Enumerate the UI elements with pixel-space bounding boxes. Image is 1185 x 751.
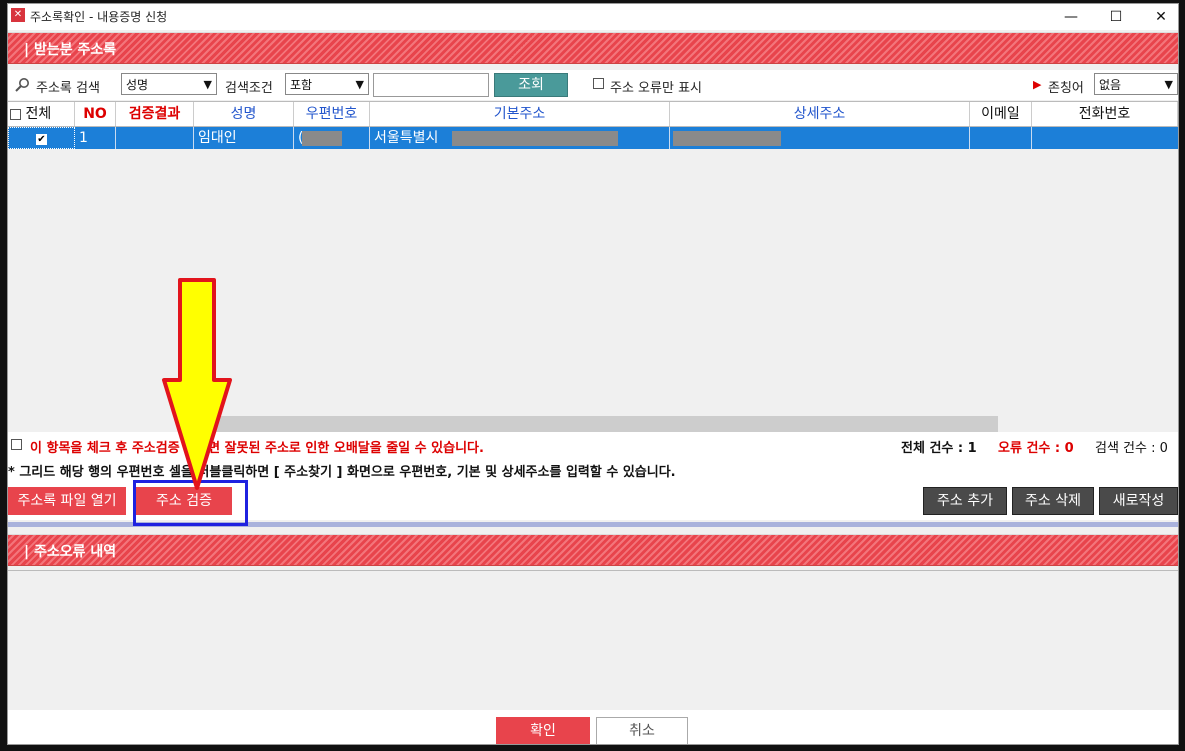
- check-notice: 이 항목을 체크 후 주소검증 하시면 잘못된 주소로 인한 오배달을 줄일 수…: [30, 441, 484, 456]
- header-all-label: 전체: [25, 106, 52, 122]
- row-base-address: 서울특별시: [370, 127, 670, 149]
- row-name: 임대인: [194, 127, 294, 149]
- row-verify-result: [116, 127, 194, 149]
- header-base-address[interactable]: 기본주소: [370, 102, 670, 126]
- cancel-button[interactable]: 취소: [596, 717, 688, 744]
- row-zip[interactable]: (: [294, 127, 370, 149]
- title-bar: ✕ 주소록확인 - 내용증명 신청 — ☐ ✕: [8, 4, 1178, 30]
- search-bar: 주소록 검색 성명 ▼ 검색조건 포함 ▼ 조회 주소 오류만 표시 ▶ 존칭어…: [8, 70, 1178, 100]
- header-no[interactable]: NO: [75, 102, 116, 126]
- ok-button[interactable]: 확인: [496, 717, 590, 744]
- row-checkbox[interactable]: ✔: [36, 133, 47, 145]
- row-checkbox-cell[interactable]: ✔: [8, 127, 75, 149]
- open-file-button[interactable]: 주소록 파일 열기: [8, 487, 126, 515]
- error-section-header: | 주소오류 내역: [8, 534, 1178, 566]
- search-input[interactable]: [373, 73, 489, 97]
- row-email: [970, 127, 1032, 149]
- header-phone[interactable]: 전화번호: [1032, 102, 1178, 126]
- recipient-section-header: | 받는분 주소록: [8, 32, 1178, 64]
- chevron-down-icon: ▼: [203, 78, 212, 91]
- honorific-select[interactable]: 없음 ▼: [1094, 73, 1178, 95]
- row-detail-address: [670, 127, 970, 149]
- add-address-button[interactable]: 주소 추가: [923, 487, 1007, 515]
- maximize-button[interactable]: ☐: [1093, 4, 1139, 30]
- search-field-select[interactable]: 성명 ▼: [121, 73, 217, 95]
- app-logo-icon: ✕: [11, 8, 25, 22]
- honorific-label: 존칭어: [1048, 81, 1084, 96]
- chevron-down-icon: ▼: [355, 78, 364, 91]
- header-detail-address[interactable]: 상세주소: [670, 102, 970, 126]
- honorific-value: 없음: [1099, 78, 1122, 92]
- new-button[interactable]: 새로작성: [1099, 487, 1178, 515]
- condition-value: 포함: [290, 78, 313, 92]
- grid-header: 전체 NO 검증결과 성명 우편번호 기본주소 상세주소 이메일 전화번호: [8, 102, 1178, 127]
- search-icon: [15, 78, 29, 92]
- search-button[interactable]: 조회: [494, 73, 568, 97]
- row-phone: [1032, 127, 1178, 149]
- row-base-address-text: 서울특별시: [374, 130, 439, 146]
- header-verify-result[interactable]: 검증결과: [116, 102, 194, 126]
- annotation-arrow-icon: [162, 278, 232, 490]
- search-count: 검색 건수 : 0: [1095, 441, 1168, 456]
- search-label: 주소록 검색: [36, 81, 100, 96]
- chevron-down-icon: ▼: [1164, 78, 1173, 91]
- redacted-base-address: [452, 131, 618, 146]
- close-button[interactable]: ✕: [1138, 4, 1178, 30]
- horizontal-scrollbar[interactable]: [208, 416, 998, 432]
- delete-address-button[interactable]: 주소 삭제: [1012, 487, 1094, 515]
- window-title: 주소록확인 - 내용증명 신청: [30, 10, 168, 24]
- hint-text: * 그리드 해당 행의 우편번호 셀을 더블클릭하면 [ 주소찾기 ] 화면으로…: [8, 465, 676, 480]
- search-field-value: 성명: [126, 78, 149, 92]
- header-zip[interactable]: 우편번호: [294, 102, 370, 126]
- error-count: 오류 건수 : 0: [998, 441, 1074, 456]
- redacted-detail-address: [673, 131, 781, 146]
- recipient-section-title: | 받는분 주소록: [24, 42, 117, 58]
- error-only-checkbox[interactable]: [593, 78, 604, 89]
- error-section-title: | 주소오류 내역: [24, 544, 117, 560]
- header-name[interactable]: 성명: [194, 102, 294, 126]
- total-count: 전체 건수 : 1: [901, 441, 977, 456]
- header-select-all[interactable]: 전체: [8, 102, 75, 126]
- header-email[interactable]: 이메일: [970, 102, 1032, 126]
- footer: [8, 710, 1178, 744]
- row-no: 1: [75, 127, 116, 149]
- condition-label: 검색조건: [225, 81, 273, 96]
- table-row[interactable]: ✔ 1 임대인 ( 서울특별시: [8, 127, 1178, 149]
- minimize-button[interactable]: —: [1048, 4, 1094, 30]
- redacted-zip: [302, 131, 342, 146]
- play-icon: ▶: [1033, 78, 1042, 91]
- select-all-checkbox[interactable]: [10, 108, 21, 120]
- error-list[interactable]: [8, 570, 1178, 711]
- condition-select[interactable]: 포함 ▼: [285, 73, 369, 95]
- address-book-window: ✕ 주소록확인 - 내용증명 신청 — ☐ ✕ | 받는분 주소록 주소록 검색…: [7, 3, 1179, 745]
- error-only-label: 주소 오류만 표시: [610, 81, 702, 96]
- notice-checkbox[interactable]: [11, 439, 22, 450]
